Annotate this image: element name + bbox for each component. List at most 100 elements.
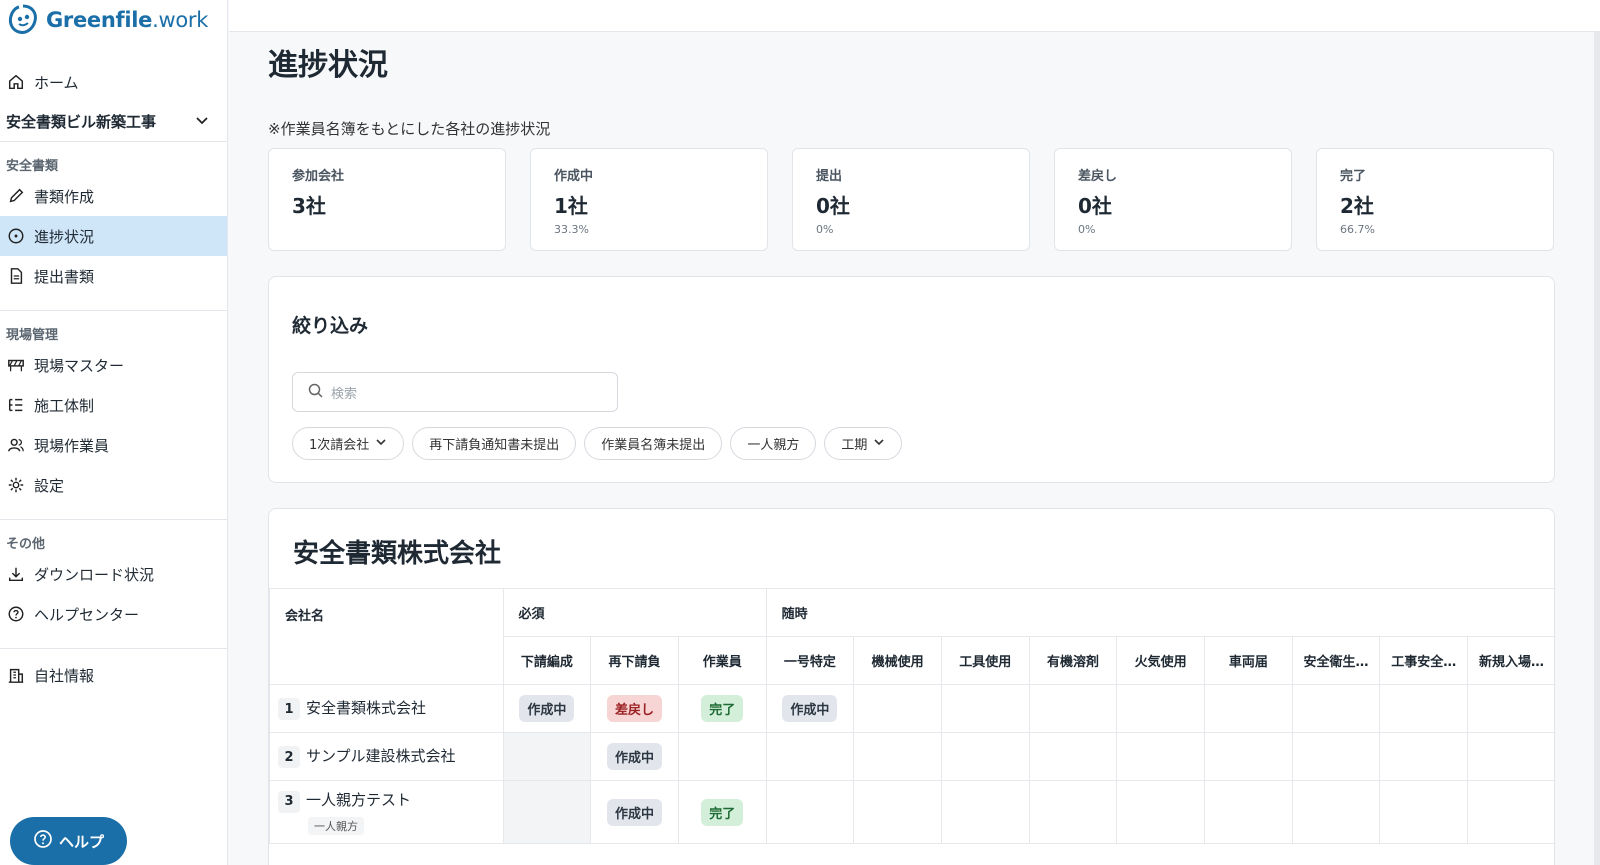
help-button[interactable]: ヘルプ [10,817,127,865]
column-header[interactable]: 有機溶剤 [1028,636,1118,685]
stat-card-submitted: 提出 0社 0% [792,148,1030,251]
status-badge[interactable]: 作成中 [607,798,663,826]
column-header[interactable]: 新規入場… [1467,636,1554,685]
status-cell[interactable]: 完了 [677,780,767,844]
help-button-label: ヘルプ [58,832,104,851]
filter-chips: 1次請会社 再下請負通知書未提出 作業員名簿未提出 一人親方 工期 [292,427,903,460]
table-row[interactable]: 2 サンプル建設株式会社 作成中 [269,732,1554,781]
barrier-icon [6,355,26,375]
filter-chip-sole-proprietor[interactable]: 一人親方 [730,427,817,460]
users-icon [6,435,26,455]
logo[interactable]: Greenfile.work [0,0,227,40]
status-cell[interactable]: 完了 [677,684,767,733]
search-input[interactable]: 検索 [292,372,618,412]
status-cell [1379,684,1469,733]
sidebar-item-label: 施工体制 [34,396,95,415]
stat-card-in-progress: 作成中 1社 33.3% [530,148,768,251]
pencil-icon [6,186,26,206]
sidebar-item-label: 設定 [34,476,65,495]
status-cell [1204,684,1293,733]
status-badge[interactable]: 作成中 [607,743,663,770]
chevron-down-icon [873,436,885,452]
status-badge[interactable]: 完了 [701,695,744,722]
sidebar-item-progress[interactable]: 進捗状況 [0,216,227,256]
chip-label: 工期 [841,438,868,453]
progress-note: ※作業員名簿をもとにした各社の進捗状況 [268,120,551,138]
chip-label: 1次請会社 [309,438,370,453]
sidebar-item-construction-structure[interactable]: 施工体制 [0,385,227,425]
company-name[interactable]: 一人親方テスト [306,791,411,809]
column-header[interactable]: 一号特定 [765,636,855,685]
stat-card-completed: 完了 2社 66.7% [1316,148,1554,251]
status-cell [853,732,942,781]
status-cell [1204,780,1293,844]
table-row[interactable]: 3 一人親方テスト 一人親方 作成中 完了 [269,780,1554,844]
status-badge[interactable]: 完了 [701,798,744,826]
status-cell [1116,780,1206,844]
stat-card-returned: 差戻し 0社 0% [1054,148,1292,251]
sidebar-item-company-info[interactable]: 自社情報 [0,655,227,695]
status-cell [1028,732,1118,781]
column-header[interactable]: 工事安全… [1379,636,1469,685]
column-header[interactable]: 作業員 [677,636,767,685]
stat-value: 0社 [1078,194,1112,218]
sidebar-item-help-center[interactable]: ヘルプセンター [0,594,227,634]
column-header[interactable]: 工具使用 [940,636,1030,685]
company-name-cell[interactable]: 3 一人親方テスト 一人親方 [269,780,504,844]
sidebar-item-site-workers[interactable]: 現場作業員 [0,425,227,465]
progress-circle-icon [6,226,26,246]
sidebar-item-submitted-docs[interactable]: 提出書類 [0,256,227,296]
status-cell[interactable]: 作成中 [765,684,855,733]
filter-chip-subcontract-notice-missing[interactable]: 再下請負通知書未提出 [412,427,577,460]
column-header[interactable]: 機械使用 [853,636,942,685]
status-cell[interactable]: 作成中 [502,684,592,733]
project-selector[interactable]: 安全書類ビル新築工事 [0,102,227,142]
filter-chip-primary-contractor[interactable]: 1次請会社 [292,427,405,460]
stat-value: 1社 [554,194,588,218]
status-cell[interactable]: 差戻し [590,684,679,733]
sidebar-item-create-docs[interactable]: 書類作成 [0,176,227,216]
column-header[interactable]: 下請編成 [502,636,592,685]
status-cell [940,780,1030,844]
status-cell [1291,732,1381,781]
row-number: 2 [278,746,300,769]
status-cell[interactable]: 作成中 [590,780,679,844]
sidebar-item-settings[interactable]: 設定 [0,465,227,505]
status-cell [1028,780,1118,844]
filter-title: 絞り込み [292,315,369,337]
sidebar: Greenfile.work ホーム 安全書類ビル新築工事 安全書類 書類作成 … [0,0,228,865]
sidebar-item-home[interactable]: ホーム [0,62,227,102]
sidebar-item-label: 現場作業員 [34,436,110,455]
sidebar-item-label: ダウンロード状況 [34,565,155,584]
filter-chip-work-period[interactable]: 工期 [824,427,903,460]
company-name[interactable]: 安全書類株式会社 [306,699,426,717]
status-cell[interactable]: 作成中 [590,732,679,781]
stat-label: 差戻し [1078,169,1118,184]
status-cell [940,732,1030,781]
company-tag: 一人親方 [308,816,364,835]
company-name-cell[interactable]: 2 サンプル建設株式会社 [269,732,504,781]
status-cell [1467,732,1554,781]
company-name-cell[interactable]: 1 安全書類株式会社 [269,684,504,733]
status-cell [1379,780,1469,844]
column-header[interactable]: 安全衛生… [1291,636,1381,685]
chip-label: 作業員名簿未提出 [601,438,706,453]
status-cell [1116,684,1206,733]
column-header-company[interactable]: 会社名 [269,588,504,685]
company-name[interactable]: サンプル建設株式会社 [306,747,456,765]
stat-label: 完了 [1340,169,1367,184]
status-cell [1204,732,1293,781]
column-header[interactable]: 車両届 [1204,636,1293,685]
column-header[interactable]: 火気使用 [1116,636,1206,685]
status-cell [765,732,855,781]
status-badge[interactable]: 差戻し [607,695,663,722]
status-cell [502,732,592,781]
sidebar-item-site-master[interactable]: 現場マスター [0,345,227,385]
filter-chip-worker-roster-missing[interactable]: 作業員名簿未提出 [584,427,723,460]
stat-value: 3社 [292,194,326,218]
table-row[interactable]: 1 安全書類株式会社 作成中 差戻し 完了 作成中 [269,684,1554,733]
column-header[interactable]: 再下請負 [590,636,679,685]
status-badge[interactable]: 作成中 [519,695,575,722]
sidebar-item-download-status[interactable]: ダウンロード状況 [0,554,227,594]
status-badge[interactable]: 作成中 [782,695,838,722]
